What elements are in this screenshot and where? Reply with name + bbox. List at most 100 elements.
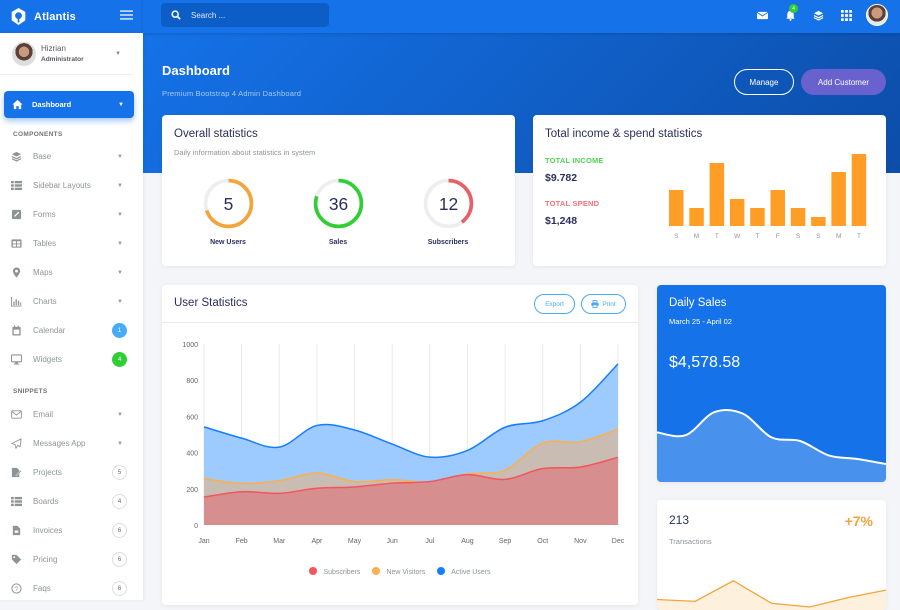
sidebar-item-label: Forms: [33, 210, 56, 219]
page-title: Dashboard: [162, 63, 230, 78]
daily-sales-amount: $4,578.58: [669, 354, 741, 371]
transactions-card: 213 Transactions +7%: [657, 500, 886, 610]
bar: [750, 208, 765, 226]
caret-down-icon: ▼: [117, 153, 123, 160]
x-tick-label: May: [348, 538, 362, 545]
add-customer-button[interactable]: Add Customer: [801, 69, 886, 95]
sidebar-item-boards[interactable]: Boards 4: [0, 487, 143, 516]
stat-label: Sales: [328, 239, 348, 246]
quick-actions-button[interactable]: [804, 0, 832, 30]
sidebar-item-maps[interactable]: Maps ▼: [0, 258, 143, 287]
print-label: Print: [602, 300, 616, 308]
sidebar-item-pricing[interactable]: Pricing 6: [0, 545, 143, 574]
user-avatar: [12, 41, 36, 66]
file-invoice-icon: [12, 525, 21, 536]
app-name: Atlantis: [34, 10, 76, 23]
sidebar-item-label: Boards: [33, 497, 59, 506]
transactions-change: +7%: [844, 513, 873, 529]
caret-down-icon: ▼: [117, 182, 123, 189]
daily-sales-chart: [657, 408, 886, 482]
envelope-icon: [756, 11, 768, 19]
sidebar-item-base[interactable]: Base ▼: [0, 142, 143, 171]
income-spend-card: Total income & spend statistics TOTAL IN…: [533, 115, 886, 266]
card-title: Total income & spend statistics: [545, 128, 703, 140]
snippets-list: Email ▼ Messages App ▼ Projects 5 Boards 4 Invoi…: [0, 400, 143, 600]
sidebar-item-dashboard[interactable]: Dashboard ▼: [4, 91, 134, 118]
bar: [790, 208, 806, 226]
sidebar-item-forms[interactable]: Forms ▼: [0, 200, 143, 229]
daily-sales-card: Daily Sales March 25 - April 02 $4,578.5…: [657, 285, 886, 482]
search-input[interactable]: [191, 10, 311, 20]
x-tick-label: Jul: [425, 538, 434, 545]
sidebar-item-widgets[interactable]: Widgets 4: [0, 345, 143, 374]
stat-label: New Users: [210, 239, 246, 246]
stat-sales: 36 Sales: [298, 176, 378, 246]
desktop-icon: [11, 354, 22, 365]
daily-sales-title: Daily Sales: [669, 297, 727, 309]
search-icon[interactable]: [171, 10, 181, 20]
x-tick-label: Feb: [236, 538, 248, 545]
stat-label: Subscribers: [427, 239, 469, 246]
profile-avatar[interactable]: [866, 4, 888, 26]
sidebar-item-projects[interactable]: Projects 5: [0, 458, 143, 487]
bar: [811, 217, 826, 226]
file-signature-icon: [11, 467, 22, 478]
count-badge: 6: [112, 581, 127, 596]
bar-label: S: [816, 233, 821, 240]
legend-label: Active Users: [451, 569, 491, 576]
apps-button[interactable]: [832, 0, 860, 30]
x-tick-label: Mar: [273, 538, 286, 545]
count-badge: 4: [112, 494, 127, 509]
legend-dot-icon: [437, 567, 446, 575]
th-list-icon: [11, 180, 22, 191]
user-statistics-chart: Jan Feb Mar Apr May Jun Jul Aug Sep Oct Nov Dec 0 200…: [182, 342, 624, 545]
sidebar-item-calendar[interactable]: Calendar 1: [0, 316, 143, 345]
sidebar-item-faqs[interactable]: ? Faqs 6: [0, 574, 143, 600]
top-navbar: 4: [143, 0, 900, 33]
legend-item[interactable]: New Visitors: [372, 567, 425, 576]
section-snippets: SNIPPETS: [13, 388, 48, 395]
x-tick-label: Nov: [574, 538, 587, 545]
legend-item[interactable]: Subscribers: [309, 567, 360, 576]
bar: [770, 190, 785, 226]
count-badge: 6: [112, 552, 127, 567]
sidebar-item-sidebar-layouts[interactable]: Sidebar Layouts ▼: [0, 171, 143, 200]
stat-subscribers: 12 Subscribers: [408, 176, 488, 246]
page-subtitle: Premium Bootstrap 4 Admin Dashboard: [162, 89, 302, 98]
sidebar-item-messages-app[interactable]: Messages App ▼: [0, 429, 143, 458]
sidebar-item-invoices[interactable]: Invoices 6: [0, 516, 143, 545]
sidebar-item-tables[interactable]: Tables ▼: [0, 229, 143, 258]
stat-new-users: 5 New Users: [188, 176, 268, 246]
user-profile[interactable]: Hizrian Administrator ▼: [0, 33, 133, 75]
search-box: [161, 3, 329, 27]
print-button[interactable]: Print: [581, 294, 626, 314]
x-tick-label: Apr: [311, 538, 323, 545]
count-badge: 5: [112, 465, 127, 480]
menu-toggle-icon[interactable]: [120, 8, 133, 22]
export-button[interactable]: Export: [534, 294, 575, 314]
bar-label: S: [796, 233, 801, 240]
sidebar-item-label: Charts: [33, 297, 57, 306]
print-icon: [591, 300, 599, 308]
messages-button[interactable]: [748, 0, 776, 30]
caret-down-icon: ▼: [117, 440, 123, 447]
transactions-value: 213: [669, 513, 690, 527]
user-role: Administrator: [41, 56, 84, 63]
bar: [669, 190, 684, 226]
transactions-area: [657, 580, 886, 610]
sidebar-item-label: Projects: [33, 468, 62, 477]
bar-label: W: [734, 233, 741, 240]
notifications-button[interactable]: 4: [776, 0, 804, 30]
paper-plane-icon: [11, 438, 22, 449]
section-components: COMPONENTS: [13, 131, 63, 138]
caret-down-icon: ▼: [117, 298, 123, 305]
bar-label: M: [836, 233, 841, 240]
sidebar-item-email[interactable]: Email ▼: [0, 400, 143, 429]
user-statistics-card: User Statistics Export Print Jan Feb Mar Ap…: [162, 285, 638, 605]
sidebar-item-label: Calendar: [33, 326, 66, 335]
sidebar-item-charts[interactable]: Charts ▼: [0, 287, 143, 316]
manage-button[interactable]: Manage: [734, 69, 794, 95]
chart-bar-icon: [11, 296, 22, 307]
legend-item[interactable]: Active Users: [437, 567, 491, 576]
sidebar-item-label: Tables: [33, 239, 57, 248]
